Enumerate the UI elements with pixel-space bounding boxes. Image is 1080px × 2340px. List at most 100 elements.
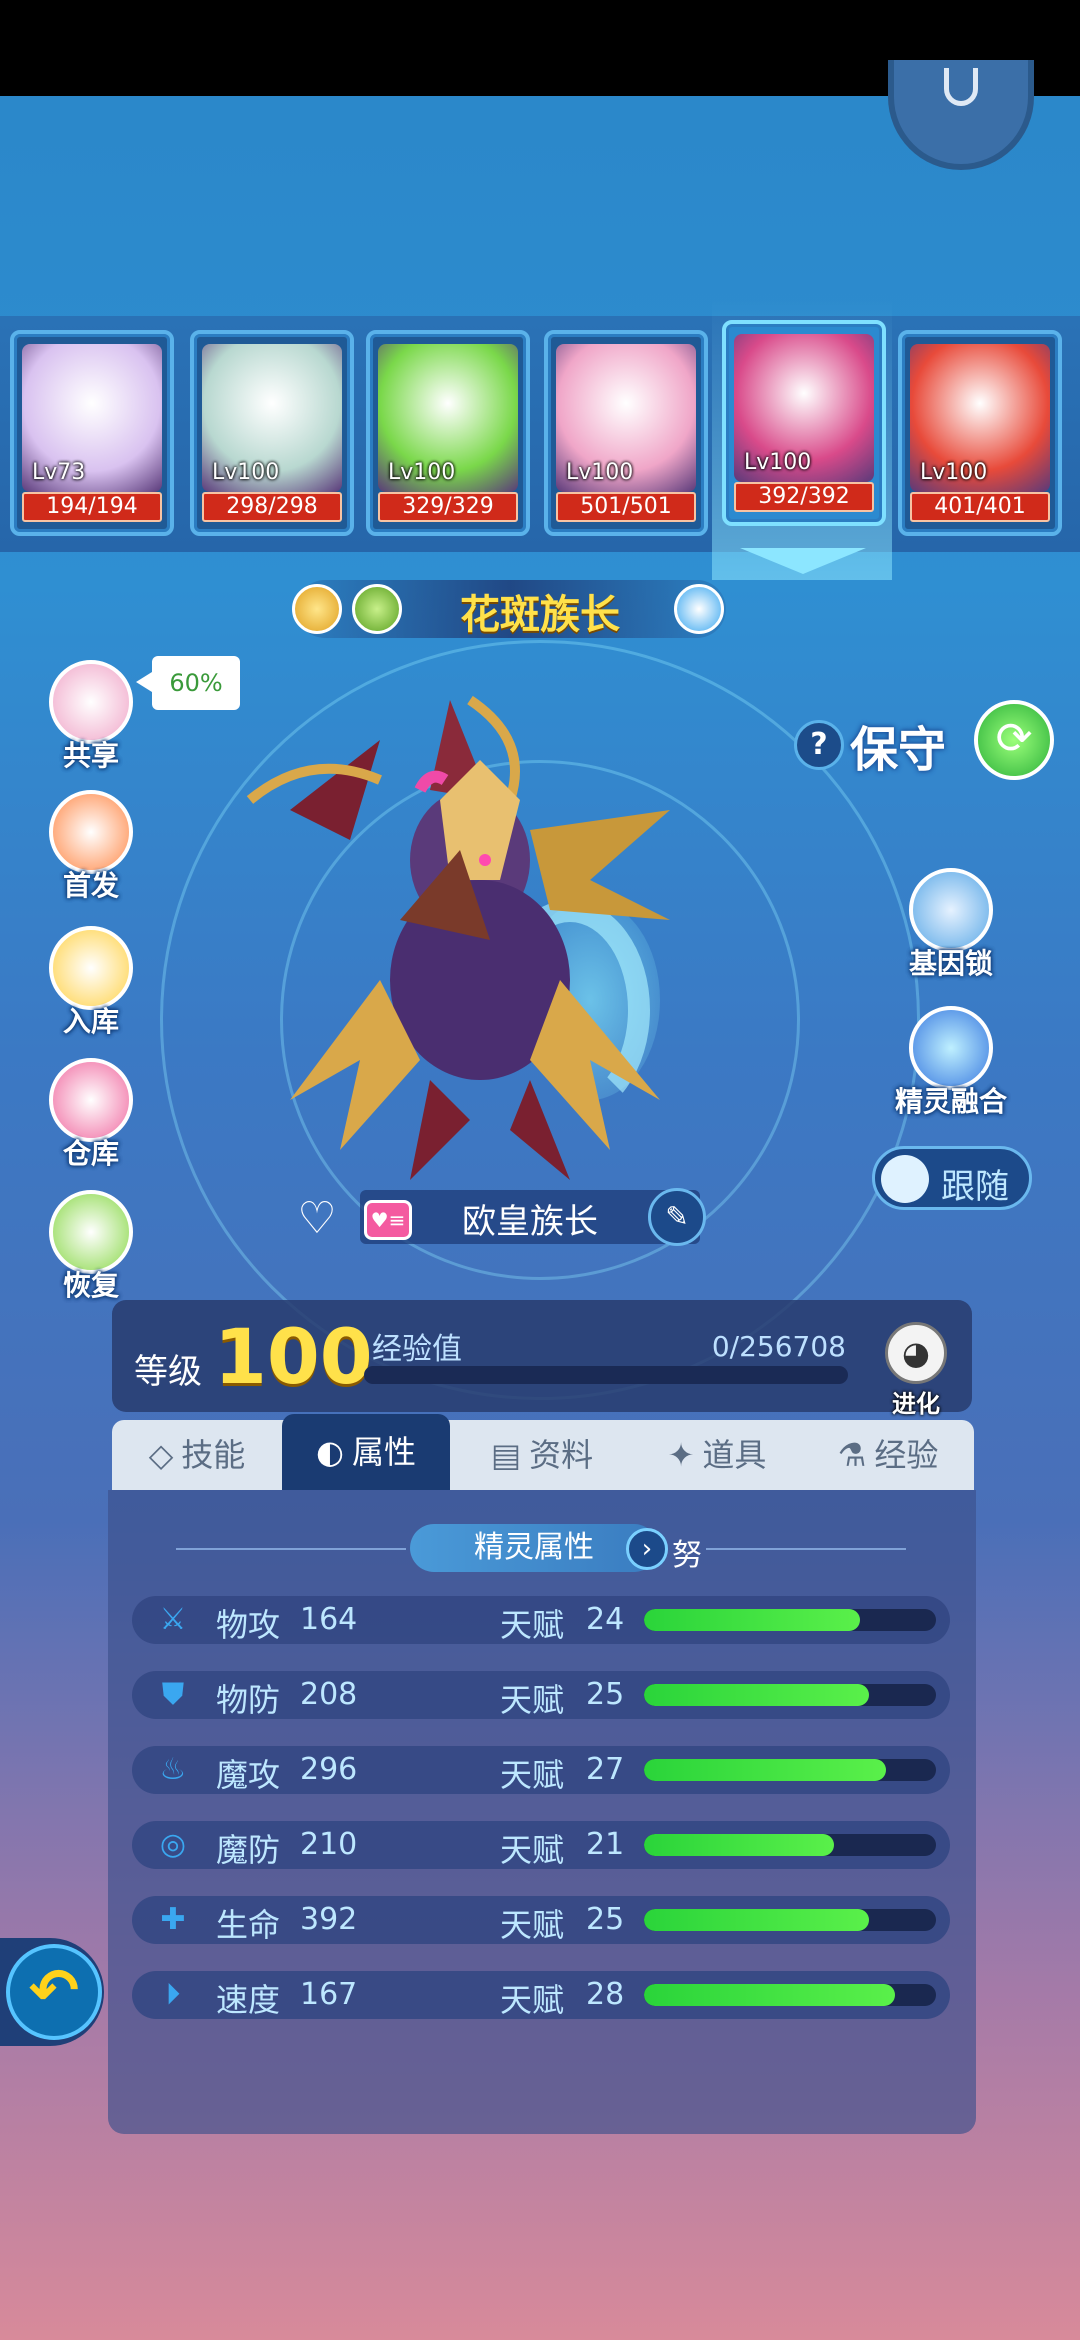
evolve-button[interactable]: ◕ 进化 <box>876 1322 956 1419</box>
talent-bar-fill <box>644 1834 834 1856</box>
side-menu-button[interactable]: 共享 <box>36 660 146 774</box>
tab-exp[interactable]: ⚗ 经验 <box>802 1420 974 1490</box>
follow-label: 跟随 <box>941 1167 1009 1207</box>
speed-icon: ⏵ <box>165 1977 181 2012</box>
edit-icon[interactable]: ✎ <box>648 1188 706 1246</box>
talent-label: 天赋 <box>500 1606 565 1644</box>
gene-lock-button[interactable]: 基因锁 <box>896 868 1006 982</box>
heart-plus-icon: ✚ <box>160 1902 186 1937</box>
pet-level: Lv100 <box>566 460 634 485</box>
talent-bar <box>644 1759 936 1781</box>
level-value: 100 <box>214 1312 373 1401</box>
stat-name: 魔防 <box>216 1831 281 1869</box>
pet-title: 花斑族长 <box>460 592 620 638</box>
item-icon: ✦ <box>667 1436 695 1474</box>
refresh-icon[interactable]: ⟳ <box>974 700 1054 780</box>
talent-bar <box>644 1609 936 1631</box>
profile-icon: ▤ <box>490 1436 522 1474</box>
stat-value: 210 <box>300 1827 358 1862</box>
toggle-knob <box>881 1155 929 1203</box>
shield-icon: ⛊ <box>161 1677 185 1712</box>
talent-bar <box>644 1984 936 2006</box>
guard-button[interactable]: ? 保守 ⟳ <box>790 696 1054 786</box>
talent-bar-fill <box>644 1909 869 1931</box>
dna-icon <box>909 868 993 952</box>
talent-label: 天赋 <box>500 1906 565 1944</box>
attribute-panel <box>108 1490 976 2134</box>
talent-label: 天赋 <box>500 1681 565 1719</box>
follow-toggle[interactable]: 跟随 <box>872 1146 1032 1210</box>
talent-bar <box>644 1909 936 1931</box>
flame-icon: ♨ <box>159 1752 187 1787</box>
side-menu-label: 仓库 <box>62 1137 119 1170</box>
gene-lock-label: 基因锁 <box>908 947 993 980</box>
talent-value: 24 <box>586 1602 625 1637</box>
team-card[interactable]: Lv100 401/401 <box>898 330 1062 536</box>
evolve-label: 进化 <box>892 1390 940 1418</box>
talent-label: 天赋 <box>500 1981 565 2019</box>
store-icon <box>49 926 133 1010</box>
pet-level: Lv100 <box>212 460 280 485</box>
stat-row: ♨ 魔攻 296 天赋 27 <box>132 1746 950 1794</box>
magic-shield-icon: ◎ <box>159 1827 187 1862</box>
top-menu-button[interactable] <box>888 60 1034 170</box>
heal-icon <box>49 1190 133 1274</box>
fusion-button[interactable]: 精灵融合 <box>886 1006 1016 1120</box>
team-card[interactable]: Lv100 298/298 <box>190 330 354 536</box>
stat-row: ✚ 生命 392 天赋 25 <box>132 1896 950 1944</box>
tab-profile[interactable]: ▤ 资料 <box>452 1420 632 1490</box>
stat-row: ⚔ 物攻 164 天赋 24 <box>132 1596 950 1644</box>
fusion-icon <box>909 1006 993 1090</box>
talent-bar <box>644 1684 936 1706</box>
side-menu-label: 恢复 <box>62 1269 119 1302</box>
favorite-heart-icon[interactable]: ♡ <box>292 1194 342 1244</box>
pet-model[interactable] <box>230 680 690 1200</box>
team-card[interactable]: Lv73 194/194 <box>10 330 174 536</box>
attribute-icon: ◐ <box>316 1433 344 1471</box>
stat-value: 164 <box>300 1602 358 1637</box>
tab-attribute[interactable]: ◐ 属性 <box>282 1414 450 1490</box>
tab-label: 资料 <box>529 1436 594 1474</box>
rank-badge-icon <box>292 584 342 634</box>
section-title: 精灵属性 <box>410 1524 658 1572</box>
pet-hp: 298/298 <box>202 492 342 522</box>
tab-item[interactable]: ✦ 道具 <box>632 1420 802 1490</box>
talent-value: 27 <box>586 1752 625 1787</box>
pet-level: Lv100 <box>744 450 812 475</box>
stat-name: 速度 <box>216 1981 281 2019</box>
stat-value: 296 <box>300 1752 358 1787</box>
team-card[interactable]: Lv100 329/329 <box>366 330 530 536</box>
talent-bar-fill <box>644 1684 869 1706</box>
talent-bar-fill <box>644 1759 887 1781</box>
evolve-icon: ◕ <box>885 1322 947 1384</box>
talent-value: 25 <box>586 1902 625 1937</box>
stat-row: ⛊ 物防 208 天赋 25 <box>132 1671 950 1719</box>
exp-share-icon <box>49 660 133 744</box>
fusion-label: 精灵融合 <box>894 1085 1007 1118</box>
stat-name: 生命 <box>216 1906 281 1944</box>
chevron-right-icon[interactable]: › <box>626 1528 668 1570</box>
tab-skill[interactable]: ◇ 技能 <box>112 1420 282 1490</box>
pet-level: Lv100 <box>388 460 456 485</box>
side-menu-button[interactable]: 恢复 <box>36 1190 146 1304</box>
exp-value: 0/256708 <box>711 1330 846 1363</box>
side-menu-button[interactable]: 仓库 <box>36 1058 146 1172</box>
gender-icon[interactable] <box>674 584 724 634</box>
back-button[interactable]: ↶ <box>0 1938 104 2046</box>
side-menu-button[interactable]: 首发 <box>36 790 146 904</box>
warehouse-icon <box>49 1058 133 1142</box>
help-icon[interactable]: ? <box>794 720 844 770</box>
pet-hp: 501/501 <box>556 492 696 522</box>
pet-level: Lv100 <box>920 460 988 485</box>
talent-label: 天赋 <box>500 1831 565 1869</box>
tab-label: 属性 <box>351 1433 416 1471</box>
side-menu-label: 共享 <box>62 739 119 772</box>
team-card[interactable]: Lv100 392/392 <box>722 320 886 526</box>
stat-value: 392 <box>300 1902 358 1937</box>
pet-hp: 194/194 <box>22 492 162 522</box>
tab-label: 技能 <box>181 1436 246 1474</box>
tab-label: 道具 <box>702 1436 767 1474</box>
side-menu-button[interactable]: 入库 <box>36 926 146 1040</box>
starter-icon <box>49 790 133 874</box>
team-card[interactable]: Lv100 501/501 <box>544 330 708 536</box>
